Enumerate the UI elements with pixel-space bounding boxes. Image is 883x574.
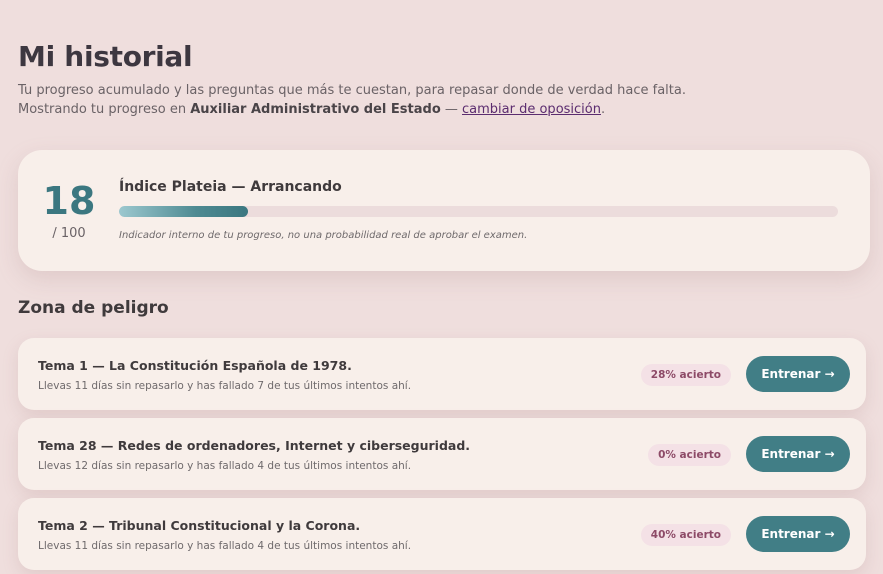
topic-title: Tema 1 — La Constitución Española de 197… — [38, 358, 352, 373]
topic-description: Llevas 12 días sin repasarlo y has falla… — [38, 460, 412, 472]
page-subtitle: Tu progreso acumulado y las preguntas qu… — [18, 81, 686, 119]
accuracy-badge: 40% acierto — [640, 524, 731, 546]
subtitle-prefix: Mostrando tu progreso en — [18, 102, 191, 117]
index-label: Índice Plateia — Arrancando — [119, 179, 342, 195]
exam-name: Auxiliar Administrativo del Estado — [190, 102, 441, 117]
change-exam-link[interactable]: cambiar de oposición — [462, 102, 601, 117]
subtitle-line-1: Tu progreso acumulado y las preguntas qu… — [18, 83, 686, 98]
progress-fill — [119, 206, 249, 217]
topic-description: Llevas 11 días sin repasarlo y has falla… — [38, 380, 412, 392]
progress-bar — [119, 206, 838, 217]
train-button[interactable]: Entrenar → — [746, 516, 850, 552]
topic-card: Tema 2 — Tribunal Constitucional y la Co… — [18, 498, 866, 570]
accuracy-badge: 28% acierto — [640, 364, 731, 386]
index-disclaimer: Indicador interno de tu progreso, no una… — [119, 230, 528, 241]
topic-description: Llevas 11 días sin repasarlo y has falla… — [38, 540, 412, 552]
topic-title: Tema 2 — Tribunal Constitucional y la Co… — [38, 518, 361, 533]
page-title: Mi historial — [18, 40, 193, 73]
score-max: / 100 — [52, 226, 86, 241]
subtitle-suffix: . — [600, 102, 606, 117]
train-button[interactable]: Entrenar → — [746, 356, 850, 392]
topic-card: Tema 28 — Redes de ordenadores, Internet… — [18, 418, 866, 490]
accuracy-badge: 0% acierto — [648, 444, 731, 466]
topic-title: Tema 28 — Redes de ordenadores, Internet… — [38, 438, 471, 453]
score-card: 18 / 100 Índice Plateia — Arrancando Ind… — [18, 150, 870, 271]
subtitle-line-2: Mostrando tu progreso en Auxiliar Admini… — [18, 100, 686, 119]
subtitle-separator: — — [440, 102, 463, 117]
topic-card: Tema 1 — La Constitución Española de 197… — [18, 338, 866, 410]
history-page: Mi historial Tu progreso acumulado y las… — [0, 0, 883, 574]
train-button[interactable]: Entrenar → — [746, 436, 850, 472]
danger-zone-title: Zona de peligro — [18, 298, 169, 318]
score-value: 18 — [42, 179, 96, 223]
